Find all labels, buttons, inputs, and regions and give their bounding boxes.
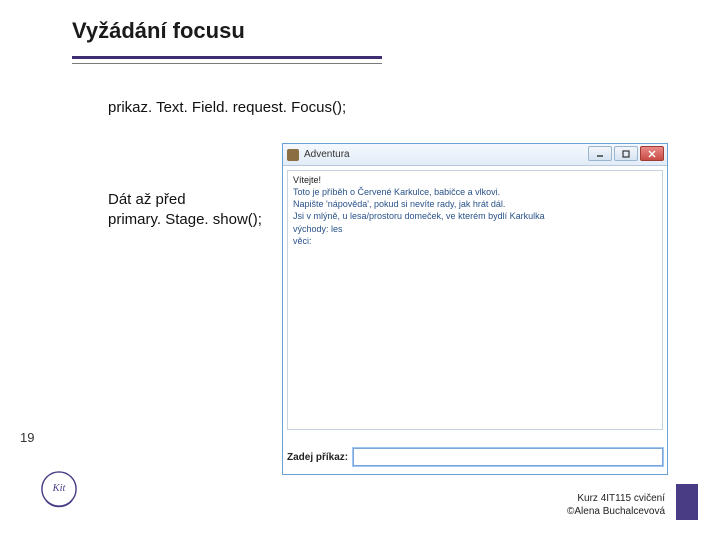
maximize-button[interactable] <box>614 146 638 161</box>
note-block: Dát až před primary. Stage. show(); <box>108 190 262 229</box>
text-line: Jsi v mlýně, u lesa/prostoru domeček, ve… <box>293 210 657 222</box>
footer-accent-bar <box>676 484 698 520</box>
title-underline <box>72 56 382 64</box>
note-line-1: Dát až před <box>108 190 262 210</box>
kit-logo-icon: Kit <box>40 470 78 508</box>
command-input[interactable] <box>353 448 663 466</box>
slide-title: Vyžádání focusu <box>72 18 245 44</box>
window-controls <box>588 146 664 161</box>
text-line: věci: <box>293 235 657 247</box>
text-line: Napište 'nápověda', pokud si nevíte rady… <box>293 198 657 210</box>
slide: Vyžádání focusu prikaz. Text. Field. req… <box>0 0 720 540</box>
text-line: Vítejte! <box>293 174 657 186</box>
window-title: Adventura <box>304 149 350 160</box>
command-label: Zadej příkaz: <box>287 452 348 463</box>
code-line: prikaz. Text. Field. request. Focus(); <box>108 99 346 116</box>
text-line: východy: les <box>293 223 657 235</box>
close-button[interactable] <box>640 146 664 161</box>
app-window: Adventura Vítejte! Toto je příběh o Červ… <box>282 143 668 475</box>
app-icon <box>287 149 299 161</box>
command-bar: Zadej příkaz: <box>287 446 663 468</box>
footer-line-2: ©Alena Buchalcevová <box>567 506 665 519</box>
page-number: 19 <box>20 430 34 445</box>
app-text-area: Vítejte! Toto je příběh o Červené Karkul… <box>287 170 663 430</box>
minimize-button[interactable] <box>588 146 612 161</box>
svg-text:Kit: Kit <box>52 483 67 494</box>
titlebar: Adventura <box>283 144 667 166</box>
footer-line-1: Kurz 4IT115 cvičení <box>567 493 665 506</box>
text-line: Toto je příběh o Červené Karkulce, babič… <box>293 186 657 198</box>
note-line-2: primary. Stage. show(); <box>108 210 262 230</box>
footer: Kurz 4IT115 cvičení ©Alena Buchalcevová <box>567 493 665 518</box>
